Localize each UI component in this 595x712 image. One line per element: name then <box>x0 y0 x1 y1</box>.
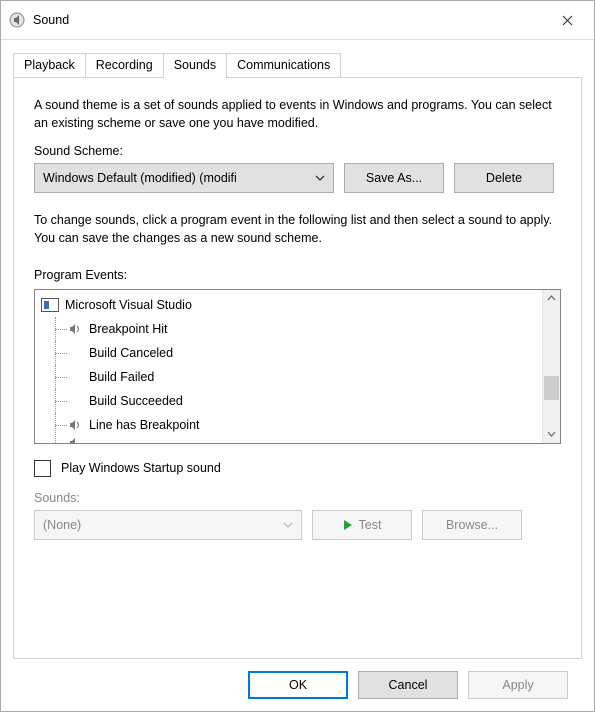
tree-item-label: Build Succeeded <box>89 394 183 408</box>
scheme-label: Sound Scheme: <box>34 144 561 158</box>
tab-recording[interactable]: Recording <box>85 53 164 77</box>
tree-connector-icon <box>51 413 67 437</box>
sound-file-dropdown: (None) <box>34 510 302 540</box>
scroll-track[interactable] <box>543 307 560 426</box>
app-icon <box>41 298 59 312</box>
tree-connector-icon <box>51 317 67 341</box>
cancel-button[interactable]: Cancel <box>358 671 458 699</box>
tab-communications[interactable]: Communications <box>226 53 341 77</box>
tree-root-label: Microsoft Visual Studio <box>65 298 192 312</box>
tree-item[interactable]: Line has Breakpoint <box>35 413 542 437</box>
sound-file-selected: (None) <box>43 518 81 532</box>
startup-sound-row[interactable]: Play Windows Startup sound <box>34 460 561 477</box>
speaker-icon <box>67 321 83 337</box>
speaker-icon <box>67 417 83 433</box>
tree-item-label: Breakpoint Hit <box>89 322 168 336</box>
client-area: Playback Recording Sounds Communications… <box>1 40 594 711</box>
tree-item[interactable]: Breakpoint Hit <box>35 317 542 341</box>
scroll-thumb[interactable] <box>544 376 559 400</box>
delete-button[interactable]: Delete <box>454 163 554 193</box>
tree-connector-icon <box>51 341 67 365</box>
ok-button[interactable]: OK <box>248 671 348 699</box>
program-events-listbox[interactable]: Microsoft Visual Studio Breakpoint Hit B… <box>34 289 561 444</box>
titlebar: Sound <box>1 1 594 40</box>
tree-item-label: Line has Breakpoint <box>89 418 200 432</box>
no-sound-icon <box>67 369 83 385</box>
scroll-down-icon[interactable] <box>543 426 560 443</box>
sound-dialog: Sound Playback Recording Sounds Communic… <box>0 0 595 712</box>
scheme-dropdown[interactable]: Windows Default (modified) (modifi <box>34 163 334 193</box>
tab-playback[interactable]: Playback <box>13 53 86 77</box>
test-label: Test <box>359 518 382 532</box>
no-sound-icon <box>67 393 83 409</box>
tree-connector-icon <box>51 437 67 443</box>
tabstrip: Playback Recording Sounds Communications <box>13 52 582 77</box>
window-title: Sound <box>33 13 69 27</box>
scheme-selected: Windows Default (modified) (modifi <box>43 171 237 185</box>
tree-item[interactable]: Build Canceled <box>35 341 542 365</box>
tree-item-label: Build Failed <box>89 370 154 384</box>
events-label: Program Events: <box>34 268 561 282</box>
sounds-panel: A sound theme is a set of sounds applied… <box>13 77 582 659</box>
tree-item-label: Build Canceled <box>89 346 173 360</box>
scroll-up-icon[interactable] <box>543 290 560 307</box>
tree-item[interactable]: Build Failed <box>35 365 542 389</box>
speaker-icon <box>67 437 83 443</box>
save-as-button[interactable]: Save As... <box>344 163 444 193</box>
tree-item[interactable]: Build Succeeded <box>35 389 542 413</box>
dialog-footer: OK Cancel Apply <box>13 659 582 711</box>
sounds-label: Sounds: <box>34 491 561 505</box>
play-icon <box>343 519 353 531</box>
apply-button: Apply <box>468 671 568 699</box>
events-tree: Microsoft Visual Studio Breakpoint Hit B… <box>35 290 542 443</box>
chevron-down-icon <box>315 175 325 181</box>
chevron-down-icon <box>283 522 293 528</box>
tree-connector-icon <box>51 389 67 413</box>
intro-text: A sound theme is a set of sounds applied… <box>34 96 561 132</box>
tab-sounds[interactable]: Sounds <box>163 53 227 78</box>
no-sound-icon <box>67 345 83 361</box>
tree-root[interactable]: Microsoft Visual Studio <box>35 293 542 317</box>
startup-label: Play Windows Startup sound <box>61 461 221 475</box>
change-text: To change sounds, click a program event … <box>34 211 561 247</box>
scrollbar[interactable] <box>542 290 560 443</box>
tree-item[interactable] <box>35 437 542 443</box>
close-button[interactable] <box>544 5 590 35</box>
tree-connector-icon <box>51 365 67 389</box>
test-button: Test <box>312 510 412 540</box>
browse-button: Browse... <box>422 510 522 540</box>
sound-icon <box>9 12 25 28</box>
startup-checkbox[interactable] <box>34 460 51 477</box>
